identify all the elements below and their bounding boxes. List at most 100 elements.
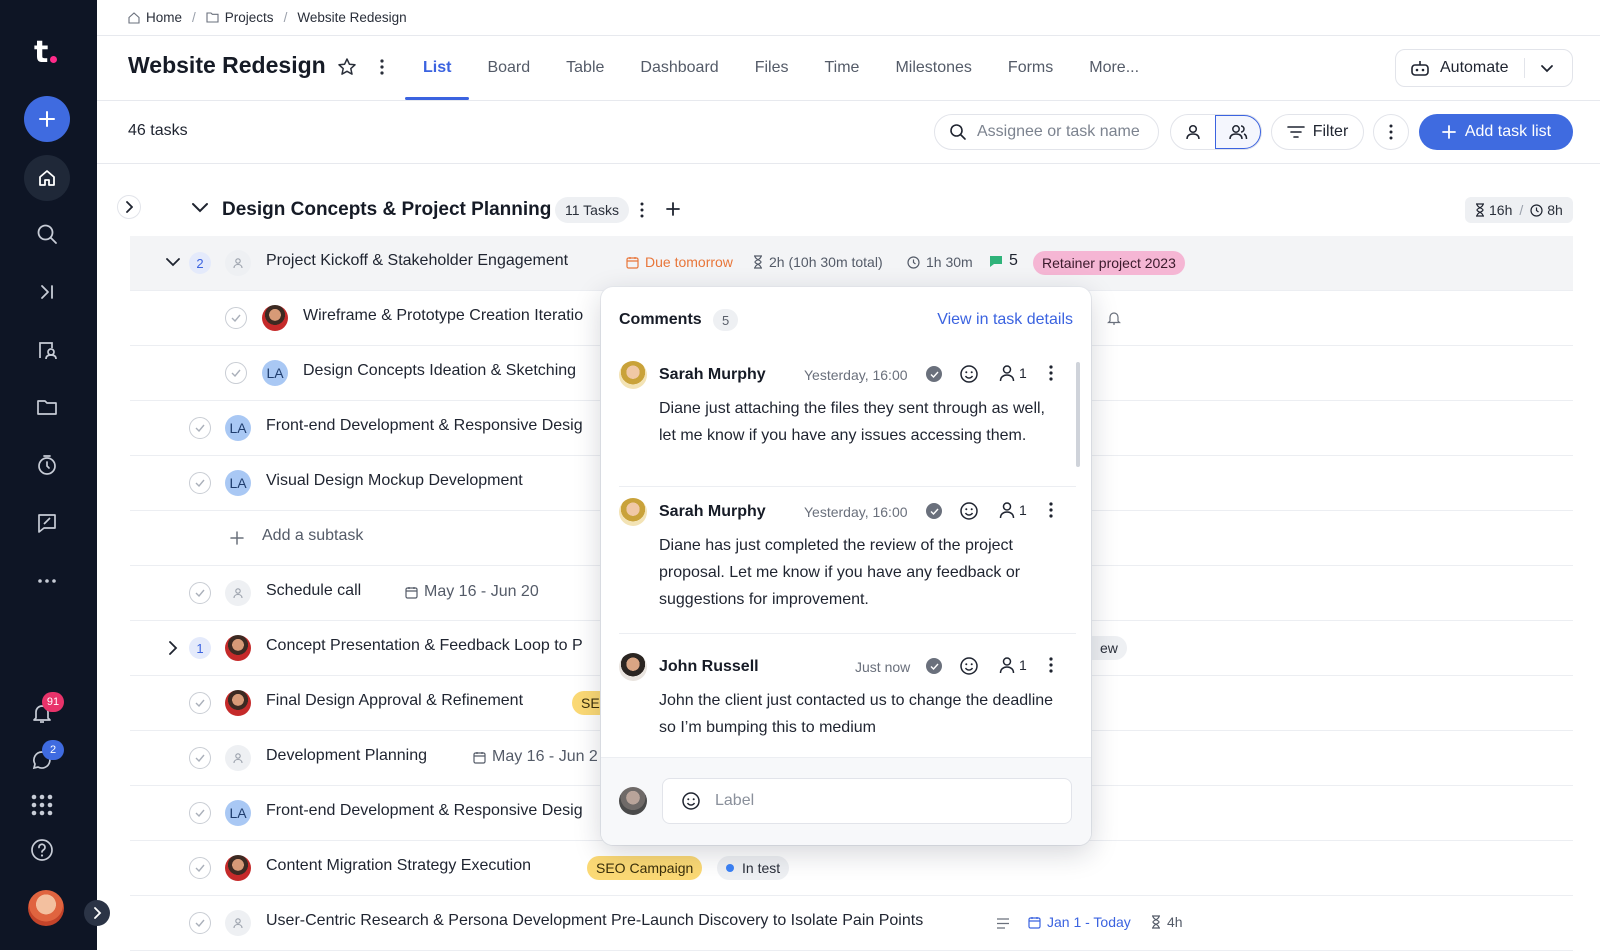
task-name[interactable]: Development Planning [266, 747, 427, 765]
filter-button[interactable]: Filter [1271, 114, 1364, 150]
due-date[interactable]: Due tomorrow [626, 254, 733, 270]
avatar[interactable] [225, 855, 251, 881]
resolved-check-icon[interactable] [926, 658, 942, 674]
team-view-button[interactable] [1215, 115, 1261, 149]
task-checkbox[interactable] [225, 307, 247, 329]
task-row[interactable]: Content Migration Strategy Execution SEO… [130, 841, 1573, 896]
tab-milestones[interactable]: Milestones [877, 49, 989, 100]
subtask-count[interactable]: 2 [189, 252, 211, 274]
sidebar-item-apps[interactable] [29, 792, 55, 818]
date-range[interactable]: Jan 1 - Today [1028, 914, 1131, 930]
comment-input[interactable]: Label [662, 778, 1072, 824]
comment-count[interactable]: 5 [989, 252, 1018, 270]
avatar[interactable]: LA [225, 800, 251, 826]
task-checkbox[interactable] [189, 857, 211, 879]
avatar[interactable]: LA [225, 415, 251, 441]
task-checkbox[interactable] [225, 362, 247, 384]
comment-menu-icon[interactable] [1049, 501, 1053, 519]
chevron-down-icon[interactable] [191, 202, 209, 214]
single-user-view-button[interactable] [1171, 115, 1215, 149]
comment-author[interactable]: Sarah Murphy [659, 503, 766, 521]
resolved-check-icon[interactable] [926, 503, 942, 519]
sidebar-item-home[interactable] [24, 155, 70, 201]
sidebar-item-help[interactable] [29, 837, 55, 863]
avatar[interactable] [225, 580, 251, 606]
tab-more[interactable]: More... [1071, 49, 1157, 100]
avatar[interactable] [619, 498, 647, 526]
add-task-list-button[interactable]: Add task list [1419, 114, 1573, 150]
tag-badge[interactable]: Retainer project 2023 [1033, 251, 1185, 275]
task-checkbox[interactable] [189, 802, 211, 824]
emoji-icon[interactable] [959, 656, 979, 676]
search-input[interactable]: Assignee or task name [934, 114, 1159, 150]
automate-button[interactable]: Automate [1395, 49, 1573, 87]
tab-forms[interactable]: Forms [990, 49, 1071, 100]
subtask-count[interactable]: 1 [189, 637, 211, 659]
task-name[interactable]: Schedule call [266, 582, 361, 600]
task-name[interactable]: Front-end Development & Responsive Desig [266, 802, 583, 820]
add-subtask-label[interactable]: Add a subtask [262, 527, 363, 545]
toolbar-more-button[interactable] [1373, 114, 1409, 150]
sidebar-item-more[interactable] [34, 568, 60, 594]
create-new-button[interactable] [24, 96, 70, 142]
expand-sidebar-button[interactable] [84, 900, 110, 926]
avatar[interactable] [225, 690, 251, 716]
task-name[interactable]: Final Design Approval & Refinement [266, 692, 523, 710]
avatar[interactable] [225, 250, 251, 276]
tab-board[interactable]: Board [469, 49, 548, 100]
avatar[interactable]: LA [262, 360, 288, 386]
comment-menu-icon[interactable] [1049, 656, 1053, 674]
date-range[interactable]: May 16 - Jun 20 [405, 583, 539, 601]
sidebar-item-projects[interactable] [34, 394, 60, 420]
tag-badge[interactable]: SEO Campaign [587, 856, 703, 880]
emoji-icon[interactable] [959, 364, 979, 384]
avatar[interactable] [619, 361, 647, 389]
star-icon[interactable] [337, 57, 357, 77]
avatar[interactable] [262, 305, 288, 331]
breadcrumb-home[interactable]: Home [146, 10, 182, 25]
task-row[interactable]: User-Centric Research & Persona Developm… [130, 896, 1573, 951]
task-name[interactable]: Project Kickoff & Stakeholder Engagement [266, 252, 568, 270]
avatar[interactable] [225, 910, 251, 936]
sidebar-item-notes[interactable] [34, 510, 60, 536]
avatar[interactable]: LA [225, 470, 251, 496]
comment-assignees[interactable]: 1 [999, 501, 1027, 519]
task-name[interactable]: Design Concepts Ideation & Sketching [303, 362, 576, 380]
avatar[interactable] [225, 745, 251, 771]
tab-table[interactable]: Table [548, 49, 622, 100]
project-menu-icon[interactable] [372, 57, 392, 77]
scrollbar[interactable] [1076, 362, 1080, 467]
chevron-down-icon[interactable] [166, 258, 180, 268]
comment-assignees[interactable]: 1 [999, 364, 1027, 382]
group-menu-icon[interactable] [640, 202, 644, 218]
task-checkbox[interactable] [189, 582, 211, 604]
bell-icon[interactable] [1107, 310, 1121, 326]
collapse-panel-button[interactable] [118, 196, 140, 218]
task-name[interactable]: Visual Design Mockup Development [266, 472, 523, 490]
task-name[interactable]: Concept Presentation & Feedback Loop to … [266, 637, 583, 655]
task-checkbox[interactable] [189, 747, 211, 769]
comment-assignees[interactable]: 1 [999, 656, 1027, 674]
task-checkbox[interactable] [189, 692, 211, 714]
user-avatar[interactable] [28, 890, 64, 926]
task-checkbox[interactable] [189, 472, 211, 494]
emoji-icon[interactable] [681, 791, 701, 811]
tab-files[interactable]: Files [737, 49, 807, 100]
task-name[interactable]: Front-end Development & Responsive Desig [266, 417, 583, 435]
chevron-right-icon[interactable] [168, 641, 178, 655]
avatar[interactable] [225, 635, 251, 661]
emoji-icon[interactable] [959, 501, 979, 521]
task-row[interactable]: 2 Project Kickoff & Stakeholder Engageme… [130, 236, 1573, 291]
comment-menu-icon[interactable] [1049, 364, 1053, 382]
view-in-task-details-link[interactable]: View in task details [937, 311, 1073, 329]
sidebar-item-time[interactable] [34, 452, 60, 478]
sidebar-item-people[interactable] [34, 337, 60, 363]
date-range[interactable]: May 16 - Jun 2 [473, 748, 598, 766]
tab-time[interactable]: Time [806, 49, 877, 100]
task-checkbox[interactable] [189, 417, 211, 439]
breadcrumb-projects[interactable]: Projects [225, 10, 274, 25]
chevron-down-icon[interactable] [1538, 59, 1556, 77]
app-logo[interactable]: t [34, 38, 57, 68]
status-badge[interactable]: In test [717, 856, 790, 880]
comment-author[interactable]: Sarah Murphy [659, 366, 766, 384]
